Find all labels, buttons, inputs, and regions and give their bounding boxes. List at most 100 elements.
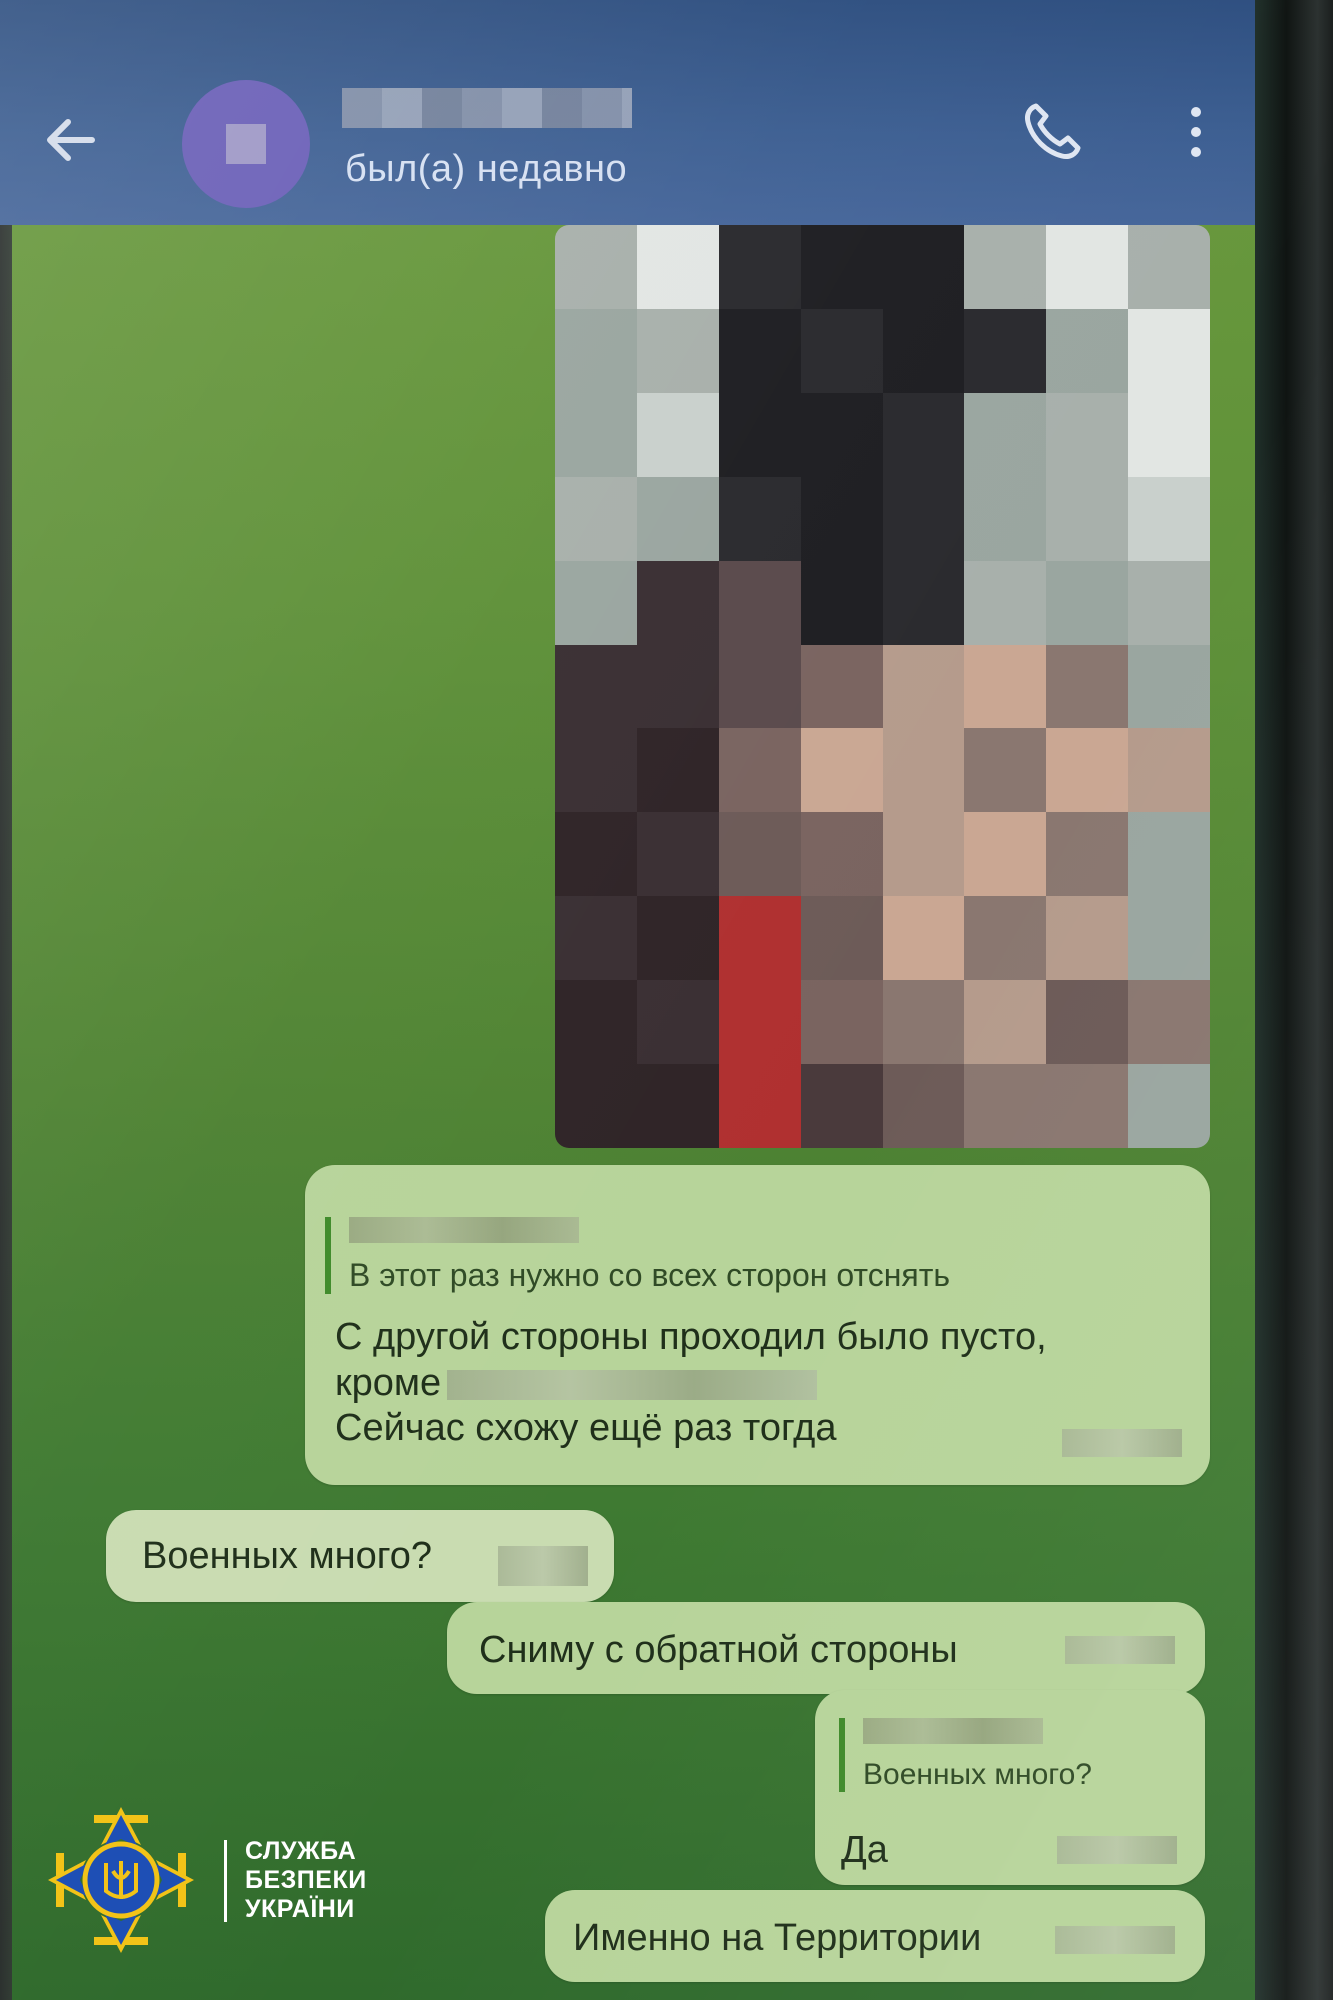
photo-message-pixelated[interactable]: [555, 225, 1210, 1148]
pixel-block: [636, 812, 719, 897]
pixel-block: [1046, 644, 1129, 729]
pixel-block: [636, 560, 719, 645]
pixel-block: [882, 896, 965, 981]
message-text: Сниму с обратной стороны: [479, 1629, 958, 1671]
reply-quote[interactable]: Военных много?: [839, 1718, 1092, 1792]
pixel-block: [555, 560, 637, 645]
reply-sender-redacted: [349, 1217, 579, 1243]
pixel-block: [800, 1064, 883, 1148]
watermark-divider: [224, 1840, 227, 1922]
pixel-block: [964, 476, 1047, 561]
pixel-block: [1046, 896, 1129, 981]
pixel-block: [718, 644, 801, 729]
more-vertical-icon[interactable]: [1178, 100, 1214, 164]
reply-quote-text: В этот раз нужно со всех сторон отснять: [349, 1257, 951, 1293]
pixel-block: [636, 980, 719, 1065]
message-bubble-outgoing[interactable]: В этот раз нужно со всех сторон отснять …: [305, 1165, 1210, 1485]
message-line: кроме: [335, 1361, 442, 1404]
message-bubble-outgoing[interactable]: Сниму с обратной стороны: [447, 1602, 1205, 1694]
pixel-block: [964, 728, 1047, 813]
pixel-block: [718, 225, 801, 309]
pixel-block: [1128, 644, 1210, 729]
pixel-block: [555, 896, 637, 981]
pixel-block: [1046, 308, 1129, 393]
pixel-block: [1046, 728, 1129, 813]
reply-quote-text: Военных много?: [863, 1758, 1092, 1791]
phone-bezel: [1255, 0, 1333, 2000]
pixel-block: [964, 225, 1047, 309]
contact-avatar[interactable]: [182, 80, 310, 208]
pixel-block: [964, 560, 1047, 645]
pixel-block: [718, 560, 801, 645]
pixel-block: [800, 560, 883, 645]
pixel-block: [555, 728, 637, 813]
pixel-block: [1046, 812, 1129, 897]
sbu-emblem-icon: [48, 1807, 194, 1953]
pixel-block: [555, 812, 637, 897]
message-bubble-incoming[interactable]: Военных много?: [106, 1510, 614, 1602]
pixel-block: [1128, 1064, 1210, 1148]
pixel-block: [636, 728, 719, 813]
contact-name-redacted[interactable]: [342, 88, 632, 128]
pixel-block: [964, 308, 1047, 393]
pixel-block: [1128, 225, 1210, 309]
pixel-block: [800, 476, 883, 561]
pixel-block: [555, 308, 637, 393]
back-arrow-icon[interactable]: [42, 112, 98, 168]
message-time-redacted: [1055, 1926, 1175, 1954]
message-bubble-outgoing[interactable]: Именно на Территории: [545, 1890, 1205, 1982]
message-line: С другой стороны проходил было пусто,: [335, 1316, 1047, 1358]
message-time-redacted: [1062, 1429, 1182, 1457]
message-time-redacted: [1057, 1836, 1177, 1864]
message-text: Именно на Территории: [573, 1917, 982, 1959]
pixel-block: [882, 980, 965, 1065]
pixel-block: [636, 644, 719, 729]
pixel-block: [1128, 476, 1210, 561]
watermark-line: УКРАЇНИ: [245, 1895, 355, 1923]
pixel-block: [555, 225, 637, 309]
pixel-block: [882, 560, 965, 645]
pixel-block: [1128, 812, 1210, 897]
pixel-block: [1046, 392, 1129, 477]
pixel-block: [800, 392, 883, 477]
pixel-block: [636, 225, 719, 309]
pixel-block: [1046, 476, 1129, 561]
pixel-block: [636, 896, 719, 981]
pixel-block: [555, 1064, 637, 1148]
pixel-block: [882, 644, 965, 729]
pixel-block: [718, 1064, 801, 1148]
pixel-block: [1128, 980, 1210, 1065]
message-time-redacted: [1065, 1636, 1175, 1664]
pixel-block: [964, 812, 1047, 897]
watermark-text: СЛУЖБА БЕЗПЕКИ УКРАЇНИ: [245, 1837, 367, 1924]
phone-icon[interactable]: [1020, 100, 1084, 164]
pixel-block: [800, 980, 883, 1065]
pixel-block: [636, 308, 719, 393]
chat-header: был(а) недавно: [0, 0, 1270, 225]
message-time-redacted: [498, 1546, 588, 1586]
pixel-block: [718, 476, 801, 561]
last-seen-status: был(а) недавно: [345, 148, 628, 190]
pixel-block: [718, 392, 801, 477]
pixel-block: [636, 392, 719, 477]
watermark-line: БЕЗПЕКИ: [245, 1866, 367, 1894]
pixel-block: [718, 896, 801, 981]
pixel-block: [882, 812, 965, 897]
pixel-block: [882, 728, 965, 813]
message-bubble-outgoing[interactable]: Военных много? Да: [815, 1690, 1205, 1885]
pixel-block: [718, 812, 801, 897]
pixel-block: [555, 644, 637, 729]
pixel-block: [718, 728, 801, 813]
pixel-block: [882, 308, 965, 393]
pixel-block: [1128, 896, 1210, 981]
pixel-block: [964, 980, 1047, 1065]
pixel-block: [718, 980, 801, 1065]
pixel-block: [1046, 560, 1129, 645]
pixel-block: [964, 392, 1047, 477]
redacted-text: [447, 1369, 818, 1400]
phone-photo: был(а) недавно В этот раз нужно со всех …: [0, 0, 1333, 2000]
pixel-block: [800, 728, 883, 813]
watermark-line: СЛУЖБА: [245, 1837, 357, 1865]
reply-quote[interactable]: В этот раз нужно со всех сторон отснять: [325, 1217, 950, 1294]
pixel-block: [1046, 980, 1129, 1065]
